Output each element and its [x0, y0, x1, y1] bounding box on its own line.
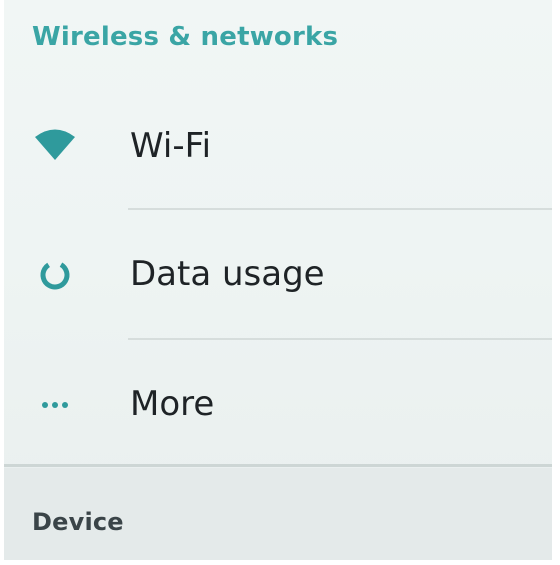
settings-item-label: Wi-Fi: [130, 126, 212, 166]
more-dots-icon: [34, 384, 76, 426]
wifi-icon: [34, 124, 76, 166]
data-usage-icon: [34, 254, 76, 296]
settings-item-label: Data usage: [130, 254, 325, 294]
settings-screen: Wireless & networks Wi-Fi Data usage Mor…: [4, 0, 552, 560]
wireless-networks-header: Wireless & networks: [32, 22, 339, 52]
settings-item-more[interactable]: More: [4, 340, 552, 472]
settings-item-label: More: [130, 384, 215, 424]
section-divider: [4, 464, 552, 467]
settings-item-wifi[interactable]: Wi-Fi: [4, 80, 552, 212]
device-header: Device: [32, 508, 124, 536]
settings-item-data-usage[interactable]: Data usage: [4, 210, 552, 342]
